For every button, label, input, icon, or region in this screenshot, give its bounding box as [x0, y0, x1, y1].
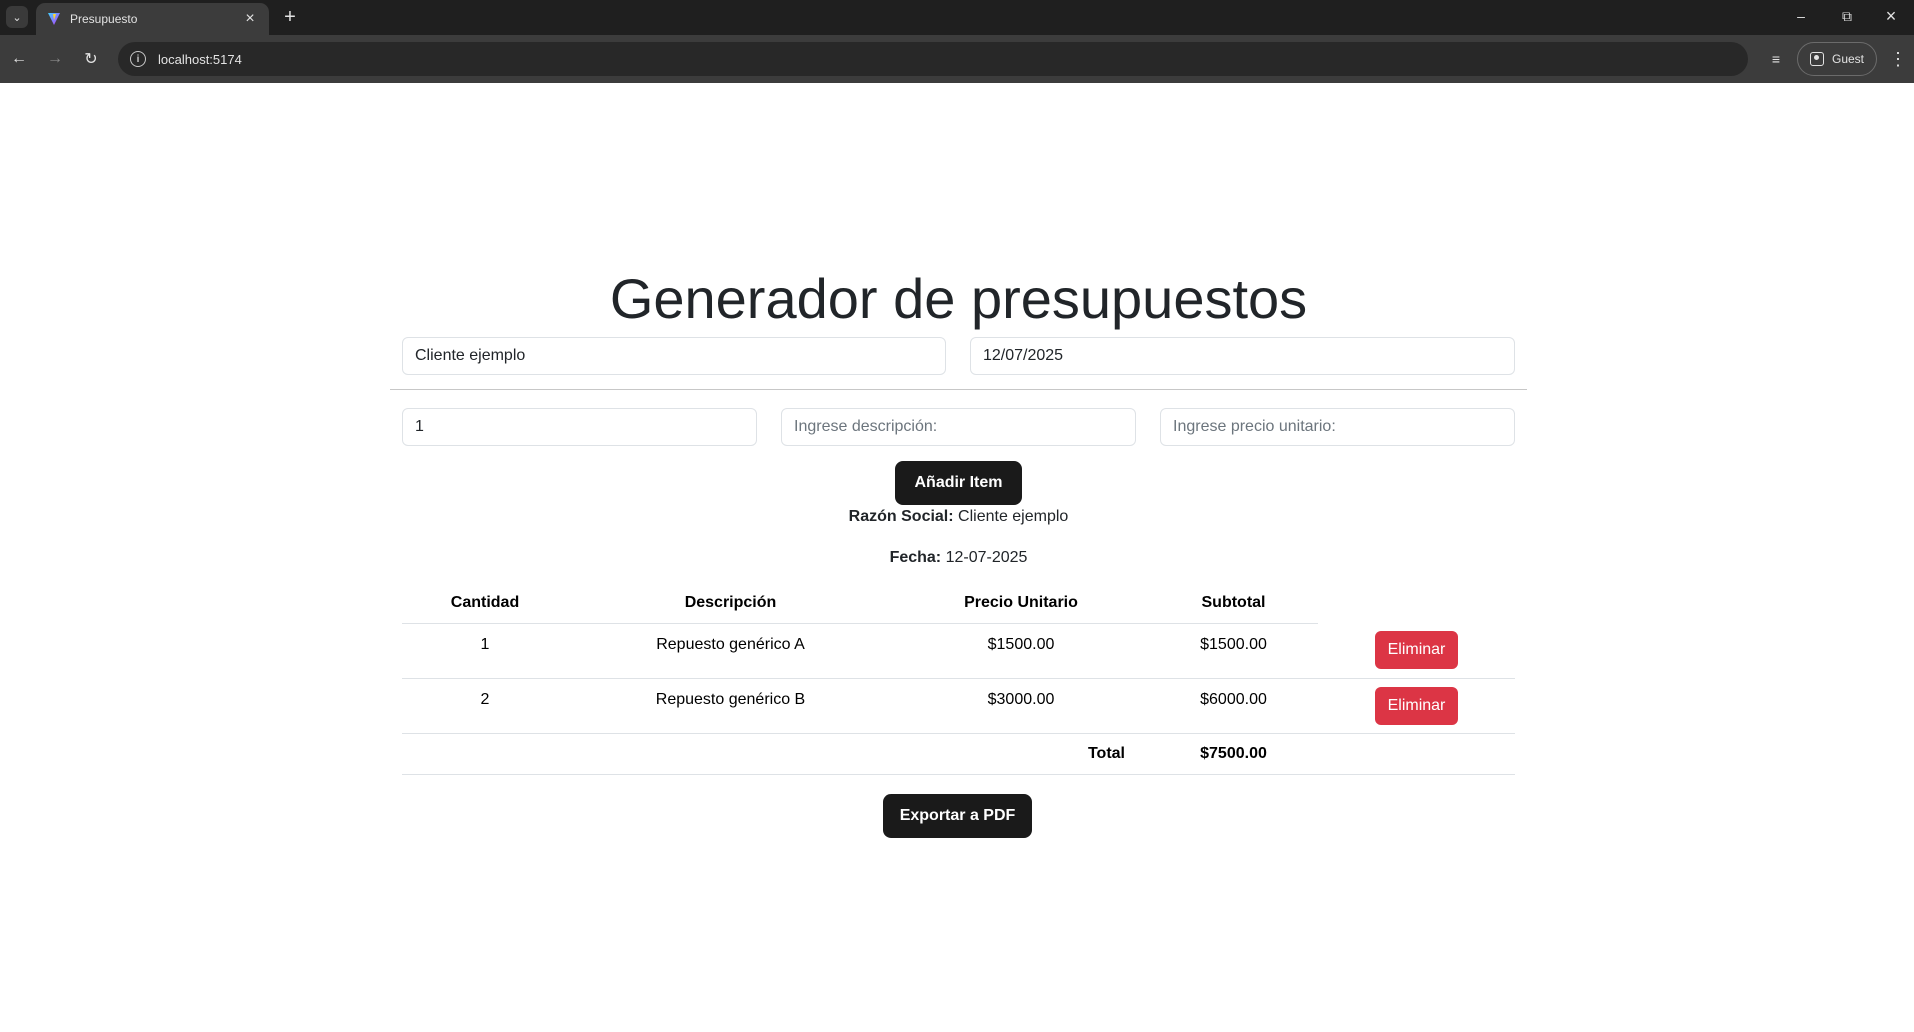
site-info-icon[interactable]: i — [130, 51, 146, 67]
client-input[interactable] — [402, 337, 946, 375]
media-controls-icon[interactable]: ≡ — [1764, 47, 1788, 71]
close-window-icon[interactable]: × — [1868, 0, 1914, 32]
more-menu-icon[interactable]: ⋮ — [1888, 47, 1908, 71]
total-label: Total — [893, 733, 1149, 775]
cell-actions: Eliminar — [1318, 623, 1515, 679]
tab-search-chevron-icon[interactable]: ⌄ — [6, 6, 28, 28]
minimize-icon[interactable]: – — [1778, 0, 1824, 32]
add-item-button[interactable]: Añadir Item — [895, 461, 1022, 505]
table-row: 1 Repuesto genérico A $1500.00 $1500.00 … — [402, 623, 1515, 679]
forward-arrow-icon[interactable]: → — [42, 46, 68, 72]
fecha-value: 12-07-2025 — [945, 549, 1028, 566]
browser-tab[interactable]: Presupuesto × — [36, 3, 269, 35]
razon-social-label: Razón Social: — [848, 508, 954, 525]
quantity-input[interactable] — [402, 408, 757, 446]
total-value: $7500.00 — [1149, 733, 1318, 775]
tab-close-icon[interactable]: × — [241, 10, 259, 28]
cell-descripcion: Repuesto genérico A — [568, 623, 893, 679]
new-tab-plus-icon[interactable]: + — [279, 6, 301, 28]
cell-precio: $1500.00 — [893, 623, 1149, 679]
header-subtotal: Subtotal — [1149, 583, 1318, 624]
vite-favicon-icon — [46, 11, 62, 27]
cell-actions: Eliminar — [1318, 678, 1515, 734]
reload-icon[interactable]: ↻ — [78, 46, 104, 72]
price-input[interactable] — [1160, 408, 1515, 446]
profile-label: Guest — [1832, 52, 1865, 66]
cell-cantidad: 2 — [402, 678, 568, 734]
total-row: Total $7500.00 — [402, 733, 1515, 775]
delete-item-button[interactable]: Eliminar — [1375, 686, 1458, 725]
browser-toolbar: ← → ↻ i localhost:5174 ≡ Guest ⋮ — [0, 35, 1914, 83]
cell-subtotal: $6000.00 — [1149, 678, 1318, 734]
fecha-line: Fecha: 12-07-2025 — [390, 549, 1527, 567]
url-text: localhost:5174 — [158, 51, 242, 67]
cell-subtotal: $1500.00 — [1149, 623, 1318, 679]
table-row: 2 Repuesto genérico B $3000.00 $6000.00 … — [402, 678, 1515, 734]
description-input[interactable] — [781, 408, 1136, 446]
date-input[interactable] — [970, 337, 1515, 375]
fecha-label: Fecha: — [889, 549, 942, 566]
page-content: Generador de presupuestos Añadir Item Ra… — [0, 83, 1914, 1032]
cell-descripcion: Repuesto genérico B — [568, 678, 893, 734]
browser-tab-strip: ⌄ Presupuesto × + – ⧉ × — [0, 0, 1914, 35]
header-actions — [1318, 583, 1515, 623]
cell-cantidad: 1 — [402, 623, 568, 679]
items-table: Cantidad Descripción Precio Unitario Sub… — [402, 583, 1515, 775]
header-descripcion: Descripción — [568, 583, 893, 624]
header-precio-unitario: Precio Unitario — [893, 583, 1149, 624]
profile-icon — [1810, 52, 1824, 66]
back-arrow-icon[interactable]: ← — [6, 46, 32, 72]
razon-social-value: Cliente ejemplo — [958, 508, 1069, 525]
razon-social-line: Razón Social: Cliente ejemplo — [390, 508, 1527, 526]
page-title: Generador de presupuestos — [609, 267, 1308, 330]
profile-button[interactable]: Guest — [1797, 42, 1877, 76]
divider — [390, 389, 1527, 390]
cell-precio: $3000.00 — [893, 678, 1149, 734]
delete-item-button[interactable]: Eliminar — [1375, 631, 1458, 670]
restore-icon[interactable]: ⧉ — [1824, 0, 1870, 32]
table-header-row: Cantidad Descripción Precio Unitario Sub… — [402, 583, 1515, 624]
tab-title: Presupuesto — [70, 12, 138, 26]
address-bar[interactable]: i localhost:5174 — [118, 42, 1748, 76]
export-pdf-button[interactable]: Exportar a PDF — [883, 794, 1032, 838]
header-cantidad: Cantidad — [402, 583, 568, 624]
